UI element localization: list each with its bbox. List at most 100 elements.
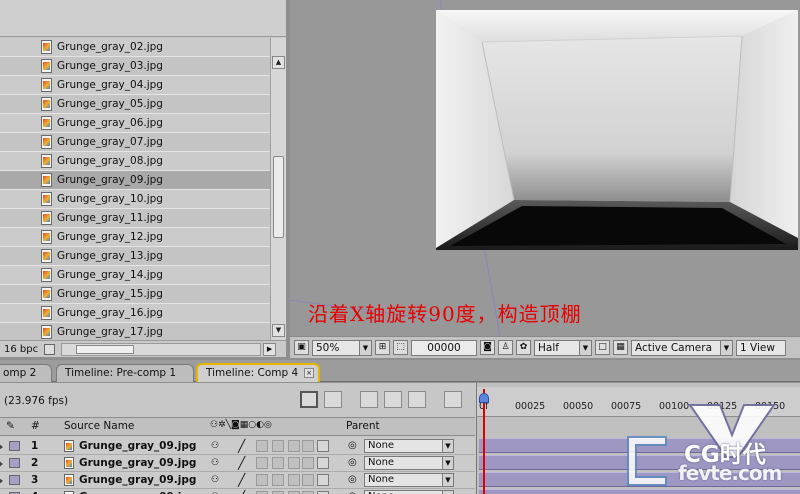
- scroll-right-arrow-icon[interactable]: ▶: [263, 342, 277, 356]
- expand-triangle-icon[interactable]: [0, 443, 3, 451]
- trash-icon[interactable]: [44, 343, 56, 355]
- comp-mini-flowchart-icon[interactable]: [300, 391, 318, 408]
- project-item[interactable]: Grunge_gray_04.jpg: [0, 76, 270, 95]
- 3d-layer-cube-icon[interactable]: [317, 474, 329, 486]
- label-color-swatch[interactable]: [9, 475, 20, 485]
- quality-switch-icon[interactable]: ╱: [238, 490, 245, 494]
- effect-switch[interactable]: [256, 474, 268, 486]
- frame-blend-switch[interactable]: [272, 457, 284, 469]
- 3d-layer-cube-icon[interactable]: [317, 457, 329, 469]
- project-item[interactable]: Grunge_gray_05.jpg: [0, 95, 270, 114]
- layer-duration-bar[interactable]: [479, 438, 800, 453]
- close-icon[interactable]: ×: [304, 368, 314, 378]
- bit-depth-button[interactable]: 16 bpc: [4, 344, 38, 355]
- parent-dropdown[interactable]: None▼: [364, 490, 454, 494]
- project-item[interactable]: Grunge_gray_08.jpg: [0, 152, 270, 171]
- frame-blend-switch[interactable]: [272, 440, 284, 452]
- transparency-grid-icon[interactable]: ▦: [613, 340, 628, 355]
- scroll-down-arrow-icon[interactable]: ▼: [272, 324, 285, 337]
- snapshot-camera-icon[interactable]: ◙: [480, 340, 495, 355]
- adjustment-switch[interactable]: [302, 474, 314, 486]
- expand-triangle-icon[interactable]: [0, 477, 3, 485]
- 3d-layer-cube-icon[interactable]: [317, 440, 329, 452]
- always-preview-icon[interactable]: ▣: [294, 340, 309, 355]
- project-horizontal-scrollbar[interactable]: [61, 342, 262, 356]
- frame-blending-icon[interactable]: [384, 391, 402, 408]
- project-item[interactable]: Grunge_gray_10.jpg: [0, 190, 270, 209]
- quality-switch-icon[interactable]: ╱: [238, 473, 245, 487]
- adjustment-switch[interactable]: [302, 457, 314, 469]
- label-color-swatch[interactable]: [9, 441, 20, 451]
- project-item[interactable]: Grunge_gray_03.jpg: [0, 57, 270, 76]
- source-name-column-header[interactable]: Source Name: [64, 420, 134, 432]
- project-item[interactable]: Grunge_gray_11.jpg: [0, 209, 270, 228]
- expand-triangle-icon[interactable]: [0, 460, 3, 468]
- draft-3d-icon[interactable]: [360, 391, 378, 408]
- live-update-icon[interactable]: [324, 391, 342, 408]
- parent-dropdown[interactable]: None▼: [364, 456, 454, 470]
- pick-whip-icon[interactable]: ◎: [348, 457, 357, 468]
- project-item[interactable]: Grunge_gray_15.jpg: [0, 285, 270, 304]
- pick-whip-icon[interactable]: ◎: [348, 474, 357, 485]
- layer-source-name[interactable]: Grunge_gray_09.jpg: [79, 440, 196, 452]
- effect-switch[interactable]: [256, 457, 268, 469]
- time-ruler[interactable]: 0f000250005000075001000012500150: [477, 387, 800, 417]
- tab-comp-2[interactable]: omp 2: [0, 364, 52, 382]
- motion-blur-icon[interactable]: [408, 391, 426, 408]
- zoom-dropdown[interactable]: 50% ▼: [312, 339, 372, 356]
- graph-editor-icon[interactable]: [444, 391, 462, 408]
- project-item[interactable]: Grunge_gray_13.jpg: [0, 247, 270, 266]
- channels-rgb-icon[interactable]: ✿: [516, 340, 531, 355]
- hscroll-thumb[interactable]: [76, 344, 135, 354]
- layer-duration-bar[interactable]: [479, 489, 800, 494]
- composition-viewer[interactable]: 沿着X轴旋转90度，构造顶棚: [290, 0, 800, 336]
- shy-switch-icon[interactable]: ⚇: [211, 475, 219, 485]
- project-item[interactable]: Grunge_gray_07.jpg: [0, 133, 270, 152]
- layer-duration-bar[interactable]: [479, 472, 800, 487]
- safe-zones-icon[interactable]: ⊞: [375, 340, 390, 355]
- shy-switch-icon[interactable]: ⚇: [211, 441, 219, 451]
- effect-switch[interactable]: [256, 440, 268, 452]
- project-item[interactable]: Grunge_gray_17.jpg: [0, 323, 270, 340]
- layer-source-name[interactable]: Grunge_gray_09.jpg: [79, 457, 196, 469]
- current-time-indicator[interactable]: [483, 389, 485, 494]
- tab-pre-comp-1[interactable]: Timeline: Pre-comp 1: [56, 364, 194, 382]
- project-item[interactable]: Grunge_gray_09.jpg: [0, 171, 270, 190]
- resolution-dropdown[interactable]: Half ▼: [534, 339, 592, 356]
- project-item[interactable]: Grunge_gray_06.jpg: [0, 114, 270, 133]
- motion-blur-switch[interactable]: [288, 457, 300, 469]
- frame-blend-switch[interactable]: [272, 474, 284, 486]
- project-vertical-scrollbar[interactable]: ▲ ▼: [270, 38, 286, 340]
- view-layout-dropdown[interactable]: 1 View: [736, 339, 786, 356]
- project-item[interactable]: Grunge_gray_14.jpg: [0, 266, 270, 285]
- show-snapshot-icon[interactable]: ♙: [498, 340, 513, 355]
- label-color-swatch[interactable]: [9, 458, 20, 468]
- project-item[interactable]: Grunge_gray_02.jpg: [0, 38, 270, 57]
- tab-comp-4[interactable]: Timeline: Comp 4 ×: [196, 363, 320, 382]
- scroll-up-arrow-icon[interactable]: ▲: [272, 56, 285, 69]
- time-graph[interactable]: 0f000250005000075001000012500150: [476, 383, 800, 494]
- quality-switch-icon[interactable]: ╱: [238, 456, 245, 470]
- region-of-interest-icon[interactable]: □: [595, 340, 610, 355]
- layer-row[interactable]: 3 Grunge_gray_09.jpg ⚇ ╱ ◎ None ▼: [0, 472, 475, 489]
- parent-dropdown[interactable]: None▼: [364, 473, 454, 487]
- adjustment-switch[interactable]: [302, 440, 314, 452]
- motion-blur-switch[interactable]: [288, 474, 300, 486]
- quality-switch-icon[interactable]: ╱: [238, 439, 245, 453]
- mask-toggle-icon[interactable]: ⬚: [393, 340, 408, 355]
- layer-row[interactable]: 4Grunge_gray_09.jpg⚇╱◎None▼: [0, 489, 475, 494]
- camera-view-dropdown[interactable]: Active Camera ▼: [631, 339, 733, 356]
- layer-row[interactable]: 2 Grunge_gray_09.jpg ⚇ ╱ ◎ None ▼: [0, 455, 475, 472]
- layer-duration-bar[interactable]: [479, 455, 800, 470]
- motion-blur-switch[interactable]: [288, 440, 300, 452]
- pick-whip-icon[interactable]: ◎: [348, 440, 357, 451]
- parent-dropdown[interactable]: None▼: [364, 439, 454, 453]
- shy-switch-icon[interactable]: ⚇: [211, 458, 219, 468]
- current-time-field[interactable]: 00000: [411, 339, 477, 356]
- current-time-handle[interactable]: [479, 393, 489, 403]
- layer-row[interactable]: 1 Grunge_gray_09.jpg ⚇ ╱ ◎ None ▼: [0, 438, 475, 455]
- scroll-thumb[interactable]: [273, 156, 284, 238]
- project-item[interactable]: Grunge_gray_16.jpg: [0, 304, 270, 323]
- layer-source-name[interactable]: Grunge_gray_09.jpg: [79, 474, 196, 486]
- project-item[interactable]: Grunge_gray_12.jpg: [0, 228, 270, 247]
